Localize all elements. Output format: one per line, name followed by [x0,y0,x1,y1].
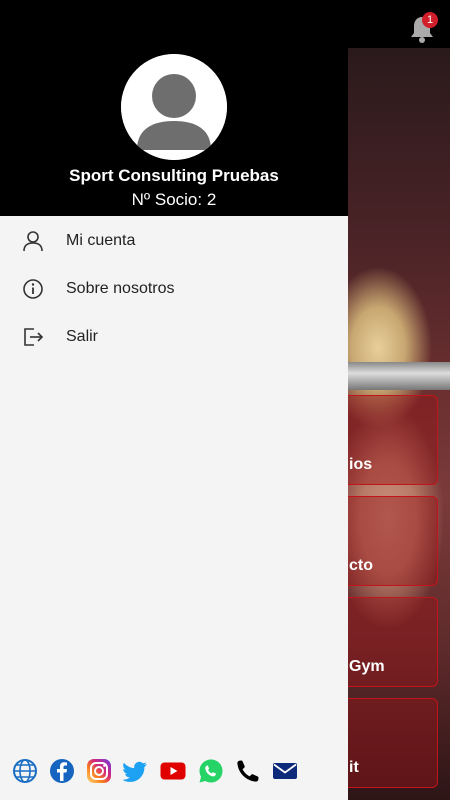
user-avatar-icon [121,54,227,160]
background-card-label: Gym [349,658,385,675]
drawer-header: Sport Consulting Pruebas Nº Socio: 2 [0,0,348,216]
notification-count-badge: 1 [422,12,438,28]
info-icon [23,279,43,299]
phone-icon[interactable] [235,758,261,784]
menu-item-label: Salir [66,328,99,345]
avatar[interactable] [121,54,227,160]
menu-item-sobre-nosotros[interactable]: Sobre nosotros [0,266,348,314]
mail-icon[interactable] [272,758,298,784]
member-number-line: Nº Socio: 2 [0,190,348,210]
background-card-label: ios [349,456,373,473]
menu-item-salir[interactable]: Salir [0,314,348,362]
facebook-icon[interactable] [49,758,75,784]
user-icon [23,231,43,252]
globe-icon[interactable] [12,758,38,784]
menu-item-label: Sobre nosotros [66,280,175,297]
member-number-value: 2 [206,190,217,209]
member-number-label: Nº Socio: [131,190,203,209]
background-card-label: it [349,759,359,776]
whatsapp-icon[interactable] [198,758,224,784]
menu-item-label: Mi cuenta [66,232,136,249]
menu-item-mi-cuenta[interactable]: Mi cuenta [0,218,348,266]
notifications-button[interactable]: 1 [408,12,440,44]
twitter-icon[interactable] [123,758,149,784]
social-links-bar [10,758,340,786]
navigation-drawer: Sport Consulting Pruebas Nº Socio: 2 Mi … [0,0,348,800]
logout-icon [24,328,44,346]
background-card-label: cto [349,557,373,574]
youtube-icon[interactable] [160,758,186,784]
background-gym-bar [348,362,450,390]
user-name: Sport Consulting Pruebas [69,166,279,185]
instagram-icon[interactable] [86,758,112,784]
drawer-menu: Mi cuenta Sobre nosotros Salir [0,218,348,362]
